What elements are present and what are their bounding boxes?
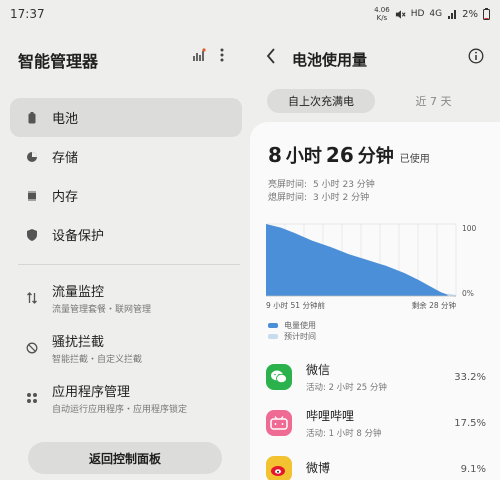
- battery-chart: 9 小时 51 分钟前 剩余 28 分钟 100 0%: [266, 223, 477, 310]
- screen-on-label: 亮屏时间:: [268, 180, 308, 190]
- sidebar-item-device-protection[interactable]: 设备保护: [10, 215, 242, 254]
- battery-percent: 2%: [462, 8, 478, 20]
- tool-item-call-block[interactable]: 骚扰拦截 智能拦截・自定义拦截: [10, 323, 242, 373]
- speed-value: 4.06: [374, 6, 390, 14]
- tool-item-app-management[interactable]: 应用程序管理 自动运行应用程序・应用程序锁定: [10, 373, 242, 423]
- network-speed: 4.06 K/s: [374, 6, 390, 22]
- tool-text: 骚扰拦截 智能拦截・自定义拦截: [52, 331, 142, 365]
- tool-title: 应用程序管理: [52, 385, 131, 400]
- legend-swatch-forecast: [268, 334, 278, 339]
- app-row-weibo[interactable]: 微博 9.1%: [266, 446, 486, 480]
- smart-manager-pane: 智能管理器 电池 存储 内存 设备保护 流量监控 流量管理套餐・联网管理 骚扰拦…: [0, 28, 250, 480]
- app-percent: 17.5%: [454, 417, 486, 429]
- screen-off-time: 熄屏时间: 3 小时 2 分钟: [268, 190, 369, 203]
- divider: [18, 264, 240, 265]
- header-actions: [192, 48, 224, 62]
- legend-swatch-used: [268, 323, 278, 328]
- screen-on-time: 亮屏时间: 5 小时 23 分钟: [268, 177, 375, 190]
- data-usage-icon: [24, 292, 40, 304]
- tool-subtitle: 智能拦截・自定义拦截: [52, 355, 143, 365]
- legend-item-forecast: 预计时间: [268, 331, 316, 342]
- usage-suffix: 已使用: [399, 154, 430, 165]
- tool-subtitle: 自动运行应用程序・应用程序锁定: [52, 405, 188, 415]
- x-axis-start-label: 9 小时 51 分钟前: [266, 300, 325, 310]
- y-axis-min-label: 0%: [462, 289, 474, 298]
- app-text: 微信 活动: 2 小时 25 分钟: [306, 361, 452, 393]
- legend-item-used: 电量使用: [268, 320, 316, 331]
- battery-usage-card: 8 小时 26 分钟 已使用 亮屏时间: 5 小时 23 分钟 熄屏时间: 3 小时…: [250, 122, 500, 480]
- battery-icon: [24, 111, 40, 124]
- sidebar-item-memory[interactable]: 内存: [10, 176, 242, 215]
- detail-title: 电池使用量: [292, 51, 368, 69]
- app-percent: 33.2%: [454, 371, 486, 383]
- legend-label-used: 电量使用: [284, 321, 316, 330]
- sidebar-item-label: 存储: [52, 151, 79, 166]
- usage-minutes-unit: 分钟: [357, 146, 394, 167]
- stats-icon[interactable]: [192, 48, 206, 62]
- tool-title: 骚扰拦截: [52, 335, 105, 350]
- status-icons: 4.06 K/s HD 4G 2%: [374, 6, 490, 22]
- app-row-wechat[interactable]: 微信 活动: 2 小时 25 分钟 33.2%: [266, 354, 486, 400]
- sidebar-item-storage[interactable]: 存储: [10, 137, 242, 176]
- screen-off-label: 熄屏时间:: [268, 193, 308, 203]
- signal-icon: [448, 10, 457, 19]
- sidebar-item-battery[interactable]: 电池: [10, 98, 242, 137]
- y-axis-max-label: 100: [462, 224, 477, 233]
- memory-icon: [24, 190, 40, 202]
- sidebar-item-label: 设备保护: [52, 229, 105, 244]
- app-name: 哔哩哔哩: [306, 409, 355, 423]
- page-title: 智能管理器: [18, 52, 99, 71]
- usage-minutes: 26: [325, 143, 354, 167]
- screen-on-value: 5 小时 23 分钟: [313, 180, 375, 190]
- x-axis-end-label: 剩余 28 分钟: [412, 300, 457, 310]
- tab-last-7-days[interactable]: 近 7 天: [375, 89, 492, 113]
- tool-subtitle: 流量管理套餐・联网管理: [52, 305, 152, 315]
- screen-off-value: 3 小时 2 分钟: [313, 193, 370, 203]
- weibo-icon: [266, 456, 292, 480]
- sidebar-item-label: 电池: [52, 112, 79, 127]
- shield-icon: [24, 228, 40, 241]
- tools-list: 流量监控 流量管理套餐・联网管理 骚扰拦截 智能拦截・自定义拦截 应用程序管理 …: [10, 273, 242, 423]
- back-arrow-icon[interactable]: [266, 48, 276, 64]
- hd-label: HD: [410, 9, 425, 19]
- legend-label-forecast: 预计时间: [284, 332, 316, 341]
- battery-usage-area: [266, 224, 448, 296]
- usage-hours: 8: [268, 143, 282, 167]
- apps-icon: [24, 392, 40, 404]
- app-detail: 活动: 1 小时 8 分钟: [306, 429, 382, 439]
- app-usage-list: 微信 活动: 2 小时 25 分钟 33.2% 哔哩哔哩 活动: 1 小时 8 …: [266, 354, 486, 480]
- info-icon[interactable]: [468, 48, 484, 64]
- tool-text: 应用程序管理 自动运行应用程序・应用程序锁定: [52, 381, 187, 415]
- sidebar-nav: 电池 存储 内存 设备保护: [10, 98, 242, 254]
- storage-icon: [24, 151, 40, 163]
- detail-header: 电池使用量: [250, 28, 500, 84]
- tab-since-full-charge[interactable]: 自上次充满电: [267, 89, 375, 113]
- chart-legend: 电量使用 预计时间: [268, 320, 316, 342]
- app-detail: 活动: 2 小时 25 分钟: [306, 383, 387, 393]
- status-bar: 17:37 4.06 K/s HD 4G 2%: [0, 0, 500, 28]
- mute-icon: [395, 9, 406, 19]
- app-row-bilibili[interactable]: 哔哩哔哩 活动: 1 小时 8 分钟 17.5%: [266, 400, 486, 446]
- tool-text: 流量监控 流量管理套餐・联网管理: [52, 281, 151, 315]
- period-tabs: 自上次充满电 近 7 天: [267, 89, 492, 113]
- more-options-icon[interactable]: [220, 48, 224, 62]
- battery-status-icon: [483, 8, 490, 20]
- app-text: 哔哩哔哩 活动: 1 小时 8 分钟: [306, 407, 452, 439]
- app-name: 微博: [306, 461, 331, 475]
- tool-title: 流量监控: [52, 285, 105, 300]
- back-to-dashboard-button[interactable]: 返回控制面板: [28, 442, 222, 474]
- app-text: 微博: [306, 459, 452, 479]
- block-icon: [24, 342, 40, 354]
- sidebar-item-label: 内存: [52, 190, 79, 205]
- app-name: 微信: [306, 363, 331, 377]
- speed-unit: K/s: [376, 14, 388, 22]
- bilibili-icon: [266, 410, 292, 436]
- network-type: 4G: [429, 9, 443, 19]
- usage-summary: 8 小时 26 分钟 已使用: [268, 142, 430, 168]
- usage-hours-unit: 小时: [285, 146, 322, 167]
- tool-item-data-usage[interactable]: 流量监控 流量管理套餐・联网管理: [10, 273, 242, 323]
- wechat-icon: [266, 364, 292, 390]
- status-time: 17:37: [10, 7, 45, 21]
- app-percent: 9.1%: [460, 463, 486, 475]
